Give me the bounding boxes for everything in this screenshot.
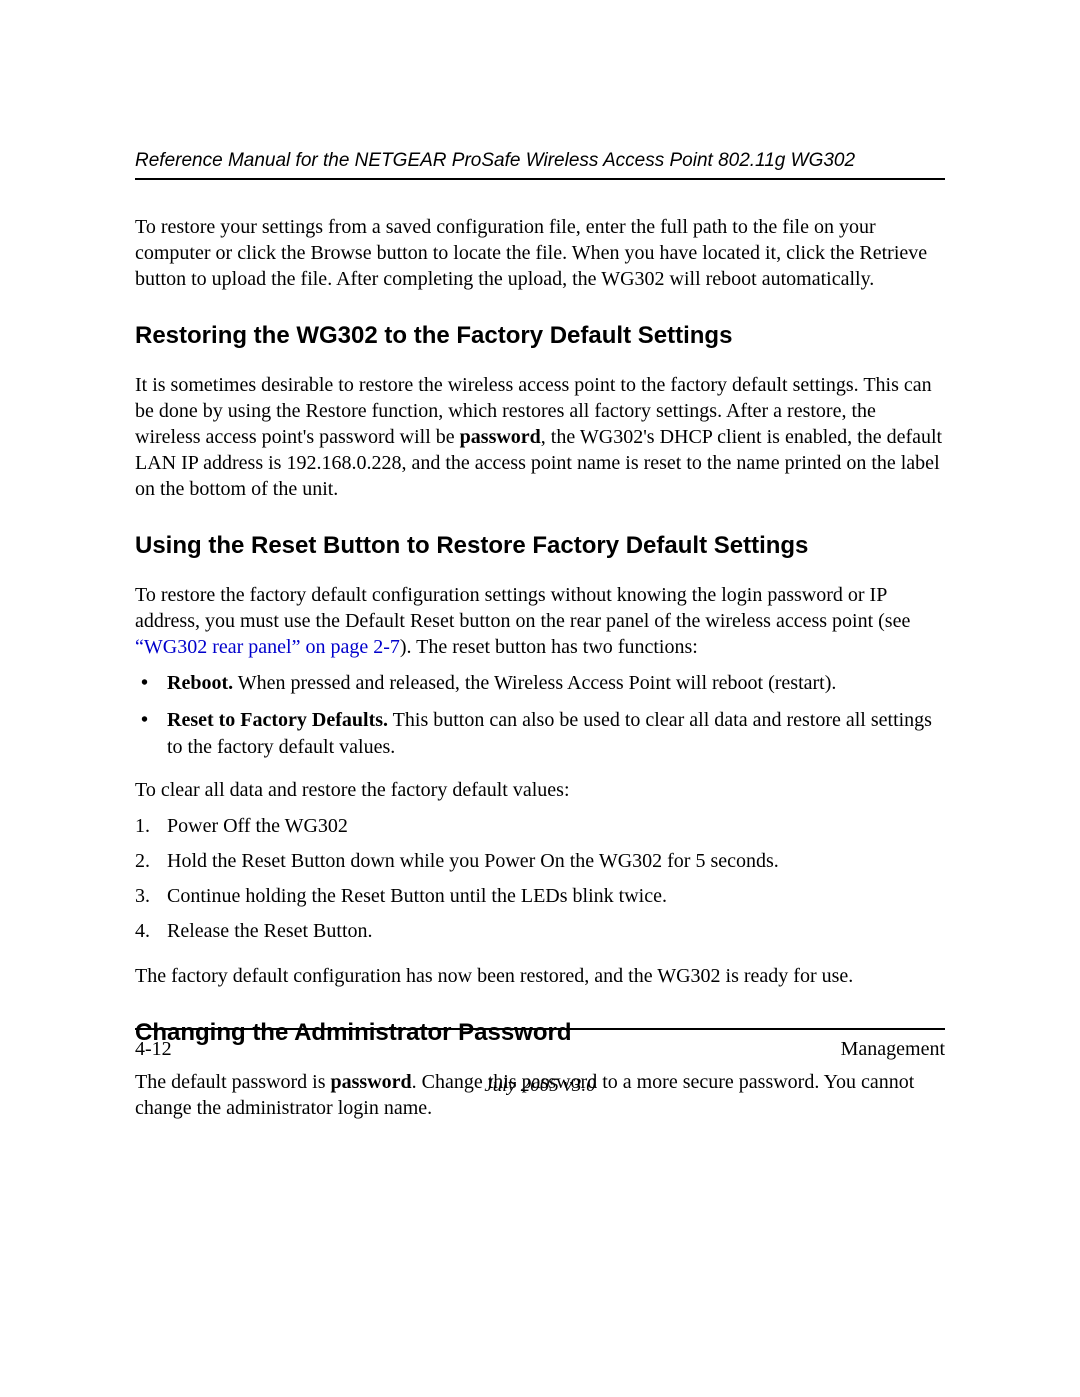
section2-text-after: ). The reset button has two functions:: [400, 636, 698, 658]
intro-paragraph: To restore your settings from a saved co…: [135, 214, 945, 292]
bullet-label-reboot: Reboot.: [167, 672, 233, 694]
heading-restoring-factory: Restoring the WG302 to the Factory Defau…: [135, 322, 945, 350]
bullet-text-reboot: When pressed and released, the Wireless …: [233, 672, 836, 694]
page-footer: 4-12 Management July 2005 v3.0: [135, 1028, 945, 1097]
reset-steps-list: Power Off the WG302 Hold the Reset Butto…: [135, 813, 945, 945]
header-rule: [135, 178, 945, 180]
heading-reset-button: Using the Reset Button to Restore Factor…: [135, 532, 945, 560]
footer-section-name: Management: [841, 1038, 945, 1061]
reset-functions-list: Reboot. When pressed and released, the W…: [135, 670, 945, 761]
list-item: Hold the Reset Button down while you Pow…: [135, 848, 945, 875]
footer-rule: [135, 1028, 945, 1030]
section1-paragraph: It is sometimes desirable to restore the…: [135, 372, 945, 502]
list-item: Reboot. When pressed and released, the W…: [135, 670, 945, 697]
section2-paragraph: To restore the factory default configura…: [135, 582, 945, 660]
list-item: Power Off the WG302: [135, 813, 945, 840]
section2-text-before: To restore the factory default configura…: [135, 584, 910, 632]
link-rear-panel[interactable]: “WG302 rear panel” on page 2-7: [135, 636, 400, 658]
section2-closing: The factory default configuration has no…: [135, 963, 945, 989]
list-item: Reset to Factory Defaults. This button c…: [135, 707, 945, 761]
document-page: Reference Manual for the NETGEAR ProSafe…: [0, 0, 1080, 1397]
bullet-label-reset: Reset to Factory Defaults.: [167, 709, 388, 731]
list-item: Release the Reset Button.: [135, 918, 945, 945]
page-number: 4-12: [135, 1038, 172, 1061]
list-item: Continue holding the Reset Button until …: [135, 883, 945, 910]
footer-row: 4-12 Management: [135, 1038, 945, 1061]
running-header: Reference Manual for the NETGEAR ProSafe…: [135, 150, 945, 172]
section1-bold-password: password: [460, 426, 541, 448]
clear-intro: To clear all data and restore the factor…: [135, 777, 945, 803]
footer-date-version: July 2005 v3.0: [135, 1075, 945, 1097]
